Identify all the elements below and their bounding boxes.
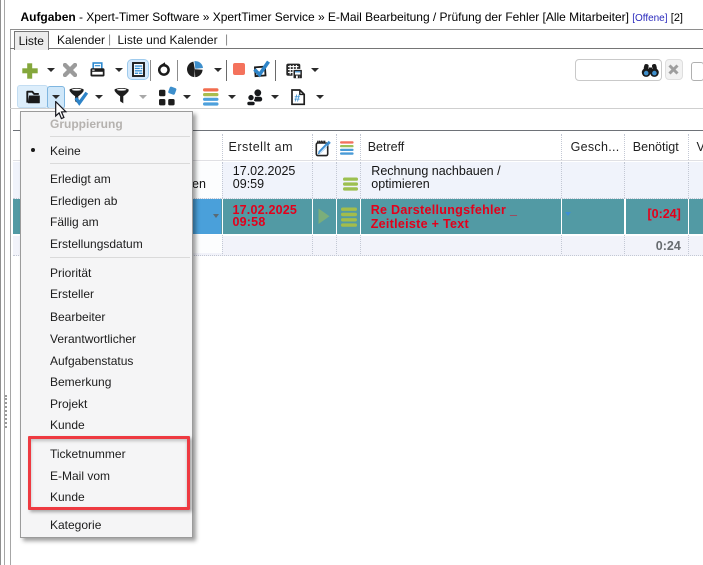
svg-text:#: # [294, 92, 300, 104]
